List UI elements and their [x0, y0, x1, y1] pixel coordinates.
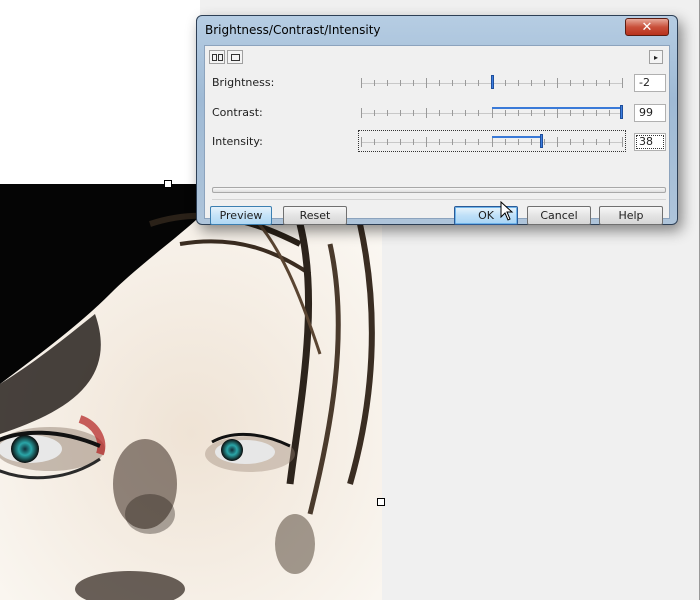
slider-tick	[361, 108, 362, 118]
slider-tick	[570, 139, 571, 145]
slider-tick	[596, 139, 597, 145]
slider-tick	[400, 139, 401, 145]
intensity-slider[interactable]	[358, 130, 626, 152]
slider-tick	[361, 78, 362, 88]
slider-tick	[531, 80, 532, 86]
slider-tick	[387, 80, 388, 86]
close-button[interactable]: ✕	[625, 18, 669, 36]
separator	[212, 199, 666, 200]
slider-tick	[609, 139, 610, 145]
selection-handle-right[interactable]	[377, 498, 385, 506]
slider-tick	[609, 110, 610, 116]
slider-tick	[387, 139, 388, 145]
slider-tick	[465, 139, 466, 145]
slider-tick	[413, 80, 414, 86]
slider-tick	[374, 80, 375, 86]
slider-tick	[544, 139, 545, 145]
selection-handle-top[interactable]	[164, 180, 172, 188]
slider-tick	[439, 139, 440, 145]
slider-tick	[544, 110, 545, 116]
slider-tick	[465, 80, 466, 86]
contrast-slider[interactable]	[361, 104, 623, 120]
split-view-button[interactable]	[209, 50, 225, 64]
slider-tick	[452, 139, 453, 145]
slider-tick	[609, 80, 610, 86]
slider-tick	[583, 80, 584, 86]
slider-tick	[492, 108, 493, 118]
slider-tick	[505, 110, 506, 116]
canvas-background	[0, 0, 200, 184]
dialog-title: Brightness/Contrast/Intensity	[205, 23, 381, 37]
mouse-pointer-icon	[500, 201, 514, 221]
slider-tick	[557, 137, 558, 147]
slider-tick	[374, 139, 375, 145]
slider-fill	[492, 107, 620, 109]
help-button[interactable]: Help	[599, 206, 663, 225]
slider-tick	[583, 139, 584, 145]
single-view-icon	[230, 53, 240, 61]
slider-tick	[492, 137, 493, 147]
single-view-button[interactable]	[227, 50, 243, 64]
slider-tick	[518, 139, 519, 145]
slider-tick	[400, 110, 401, 116]
expand-arrow-icon: ▸	[653, 52, 658, 62]
slider-tick	[544, 80, 545, 86]
dialog-client-area: ▸ Brightness: -2 Contrast: 99 Intensity:…	[204, 45, 670, 225]
progress-bar	[212, 187, 666, 193]
slider-tick	[570, 110, 571, 116]
slider-tick	[452, 80, 453, 86]
slider-tick	[465, 110, 466, 116]
slider-tick	[478, 139, 479, 145]
slider-tick	[426, 108, 427, 118]
slider-tick	[374, 110, 375, 116]
slider-tick	[413, 110, 414, 116]
slider-thumb[interactable]	[620, 105, 623, 119]
slider-tick	[439, 80, 440, 86]
slider-tick	[505, 80, 506, 86]
split-view-icon	[211, 53, 223, 61]
slider-tick	[452, 110, 453, 116]
contrast-value-input[interactable]: 99	[634, 104, 666, 122]
slider-tick	[583, 110, 584, 116]
slider-tick	[505, 139, 506, 145]
slider-thumb[interactable]	[539, 134, 543, 148]
slider-tick	[400, 80, 401, 86]
slider-tick	[557, 108, 558, 118]
slider-tick	[622, 78, 623, 88]
brightness-slider[interactable]	[361, 74, 623, 90]
slider-tick	[557, 78, 558, 88]
slider-tick	[531, 139, 532, 145]
intensity-label: Intensity:	[212, 135, 263, 148]
contrast-label: Contrast:	[212, 106, 263, 119]
slider-tick	[413, 139, 414, 145]
slider-tick	[622, 137, 623, 147]
expand-button[interactable]: ▸	[649, 50, 663, 64]
slider-tick	[387, 110, 388, 116]
cancel-button[interactable]: Cancel	[527, 206, 591, 225]
slider-tick	[531, 110, 532, 116]
slider-tick	[478, 80, 479, 86]
slider-tick	[361, 137, 362, 147]
slider-tick	[439, 110, 440, 116]
slider-tick	[570, 80, 571, 86]
slider-fill	[492, 136, 540, 138]
photo-canvas[interactable]	[0, 184, 382, 600]
brightness-value-input[interactable]: -2	[634, 74, 666, 92]
brightness-contrast-dialog: Brightness/Contrast/Intensity ✕ ▸ Bright…	[196, 15, 678, 225]
preview-button[interactable]: Preview	[210, 206, 272, 225]
slider-tick	[426, 137, 427, 147]
portrait-image	[0, 184, 382, 600]
slider-tick	[596, 110, 597, 116]
intensity-value-input[interactable]: 38	[634, 133, 666, 151]
reset-button[interactable]: Reset	[283, 206, 347, 225]
slider-thumb[interactable]	[490, 75, 494, 89]
slider-tick	[426, 78, 427, 88]
slider-tick	[518, 110, 519, 116]
slider-tick	[518, 80, 519, 86]
slider-tick	[596, 80, 597, 86]
brightness-label: Brightness:	[212, 76, 275, 89]
slider-tick	[478, 110, 479, 116]
